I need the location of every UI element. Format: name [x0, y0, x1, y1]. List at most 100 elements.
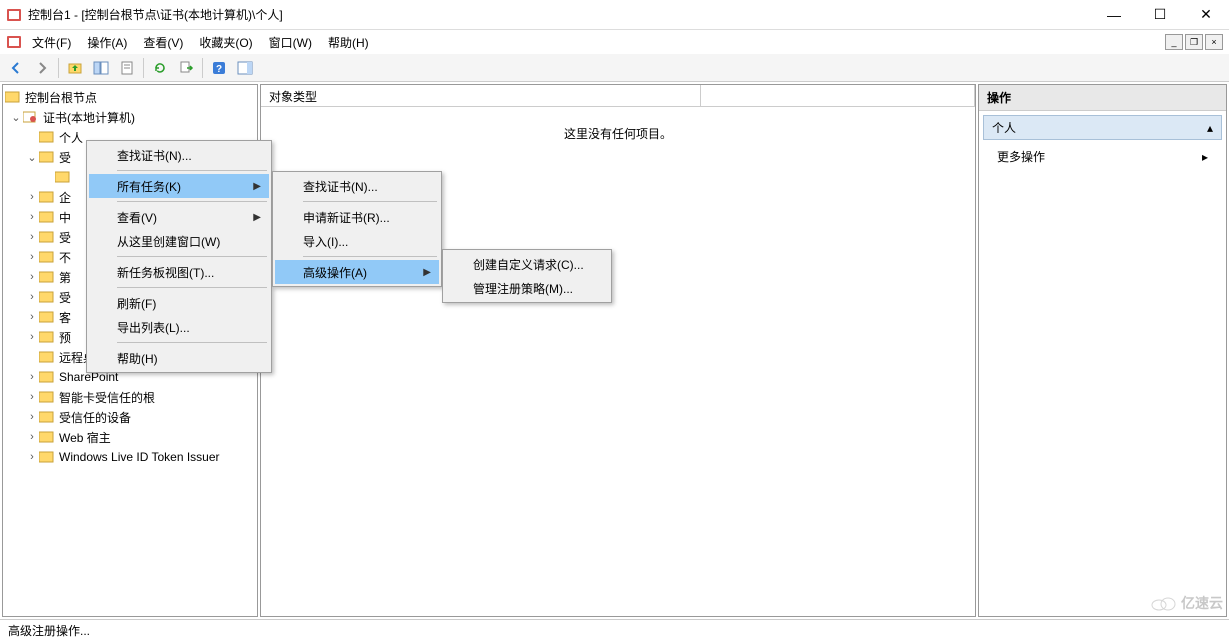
- actions-more-label: 更多操作: [997, 148, 1045, 165]
- collapse-icon: ▴: [1207, 121, 1213, 135]
- mdi-restore-button[interactable]: ❐: [1185, 34, 1203, 50]
- back-button[interactable]: [4, 56, 28, 80]
- ctx-find-cert[interactable]: 查找证书(N)...: [89, 143, 269, 167]
- actions-section-label: 个人: [992, 119, 1016, 136]
- tree-item[interactable]: › 智能卡受信任的根: [5, 387, 255, 407]
- menu-view[interactable]: 查看(V): [137, 32, 189, 53]
- up-button[interactable]: [63, 56, 87, 80]
- minimize-button[interactable]: —: [1091, 0, 1137, 30]
- ctx-separator: [117, 342, 267, 343]
- status-text: 高级注册操作...: [8, 622, 90, 639]
- ctx3-manage-policy[interactable]: 管理注册策略(M)...: [445, 276, 609, 300]
- tree-root[interactable]: 控制台根节点: [5, 87, 255, 107]
- expander-icon[interactable]: ›: [25, 271, 39, 283]
- expander-icon[interactable]: ›: [25, 451, 39, 463]
- chevron-right-icon: ▸: [1202, 150, 1208, 164]
- tree-item[interactable]: › 受信任的设备: [5, 407, 255, 427]
- title-bar: 控制台1 - [控制台根节点\证书(本地计算机)\个人] — ☐ ✕: [0, 0, 1229, 30]
- folder-icon: [39, 330, 55, 344]
- ctx-refresh[interactable]: 刷新(F): [89, 291, 269, 315]
- ctx-view[interactable]: 查看(V)▶: [89, 205, 269, 229]
- console-root-icon: [5, 90, 21, 104]
- tree-label: 智能卡受信任的根: [59, 389, 155, 406]
- export-button[interactable]: [174, 56, 198, 80]
- expander-icon[interactable]: ›: [25, 251, 39, 263]
- folder-icon: [39, 430, 55, 444]
- cloud-icon: [1149, 594, 1177, 612]
- tree-label: Web 宿主: [59, 429, 111, 446]
- ctx-new-taskpad[interactable]: 新任务板视图(T)...: [89, 260, 269, 284]
- show-hide-action-pane-button[interactable]: [233, 56, 257, 80]
- expander-icon[interactable]: ›: [25, 311, 39, 323]
- folder-icon: [39, 250, 55, 264]
- toolbar-separator: [143, 58, 144, 78]
- expander-icon[interactable]: ›: [25, 291, 39, 303]
- menu-file[interactable]: 文件(F): [26, 32, 77, 53]
- watermark: 亿速云: [1149, 593, 1223, 613]
- expander-icon[interactable]: ›: [25, 331, 39, 343]
- ctx-separator: [117, 170, 267, 171]
- certificate-icon: [23, 110, 39, 124]
- ctx2-find-cert[interactable]: 查找证书(N)...: [275, 174, 439, 198]
- forward-button[interactable]: [30, 56, 54, 80]
- folder-icon: [39, 230, 55, 244]
- folder-icon: [39, 150, 55, 164]
- folder-icon: [39, 390, 55, 404]
- menu-favorites[interactable]: 收藏夹(O): [193, 32, 258, 53]
- expander-icon[interactable]: ›: [25, 431, 39, 443]
- ctx2-request[interactable]: 申请新证书(R)...: [275, 205, 439, 229]
- column-object-type[interactable]: 对象类型: [261, 85, 701, 106]
- ctx-export-list[interactable]: 导出列表(L)...: [89, 315, 269, 339]
- tree-item[interactable]: › Web 宿主: [5, 427, 255, 447]
- folder-icon: [39, 310, 55, 324]
- chevron-right-icon: ▶: [253, 212, 261, 223]
- ctx-help[interactable]: 帮助(H): [89, 346, 269, 370]
- expander-icon[interactable]: ⌄: [25, 151, 39, 164]
- context-menu-2: 查找证书(N)... 申请新证书(R)... 导入(I)... 高级操作(A)▶: [272, 171, 442, 287]
- tree-label: 受: [59, 289, 71, 306]
- tree-cert-root[interactable]: ⌄ 证书(本地计算机): [5, 107, 255, 127]
- ctx2-import[interactable]: 导入(I)...: [275, 229, 439, 253]
- properties-button[interactable]: [115, 56, 139, 80]
- folder-icon: [55, 170, 71, 184]
- close-button[interactable]: ✕: [1183, 0, 1229, 30]
- actions-more[interactable]: 更多操作 ▸: [979, 144, 1226, 169]
- actions-section[interactable]: 个人 ▴: [983, 115, 1222, 140]
- maximize-button[interactable]: ☐: [1137, 0, 1183, 30]
- menu-window[interactable]: 窗口(W): [263, 32, 318, 53]
- help-button[interactable]: ?: [207, 56, 231, 80]
- ctx-new-window[interactable]: 从这里创建窗口(W): [89, 229, 269, 253]
- mdi-close-button[interactable]: ×: [1205, 34, 1223, 50]
- menu-action[interactable]: 操作(A): [81, 32, 133, 53]
- chevron-right-icon: ▶: [423, 267, 431, 278]
- folder-icon: [39, 370, 55, 384]
- expander-icon[interactable]: ›: [25, 191, 39, 203]
- mdi-minimize-button[interactable]: _: [1165, 34, 1183, 50]
- tree-label: Windows Live ID Token Issuer: [59, 450, 220, 464]
- ctx-separator: [117, 201, 267, 202]
- ctx-all-tasks[interactable]: 所有任务(K)▶: [89, 174, 269, 198]
- svg-text:?: ?: [216, 64, 222, 75]
- folder-icon: [39, 410, 55, 424]
- show-hide-tree-button[interactable]: [89, 56, 113, 80]
- context-menu-1: 查找证书(N)... 所有任务(K)▶ 查看(V)▶ 从这里创建窗口(W) 新任…: [86, 140, 272, 373]
- context-menu-3: 创建自定义请求(C)... 管理注册策略(M)...: [442, 249, 612, 303]
- tree-item[interactable]: › Windows Live ID Token Issuer: [5, 447, 255, 467]
- menu-help[interactable]: 帮助(H): [322, 32, 375, 53]
- ctx-separator: [117, 256, 267, 257]
- tree-label: 受: [59, 149, 71, 166]
- expander-icon[interactable]: [25, 351, 39, 363]
- ctx2-advanced[interactable]: 高级操作(A)▶: [275, 260, 439, 284]
- expander-icon[interactable]: ⌄: [9, 111, 23, 124]
- ctx3-custom-request[interactable]: 创建自定义请求(C)...: [445, 252, 609, 276]
- tree-label: 第: [59, 269, 71, 286]
- refresh-button[interactable]: [148, 56, 172, 80]
- expander-icon[interactable]: ›: [25, 371, 39, 383]
- expander-icon[interactable]: ›: [25, 391, 39, 403]
- tree-label: 受: [59, 229, 71, 246]
- expander-icon[interactable]: ›: [25, 411, 39, 423]
- expander-icon[interactable]: ›: [25, 231, 39, 243]
- tree-label: 受信任的设备: [59, 409, 131, 426]
- column-spacer[interactable]: [701, 85, 975, 106]
- expander-icon[interactable]: ›: [25, 211, 39, 223]
